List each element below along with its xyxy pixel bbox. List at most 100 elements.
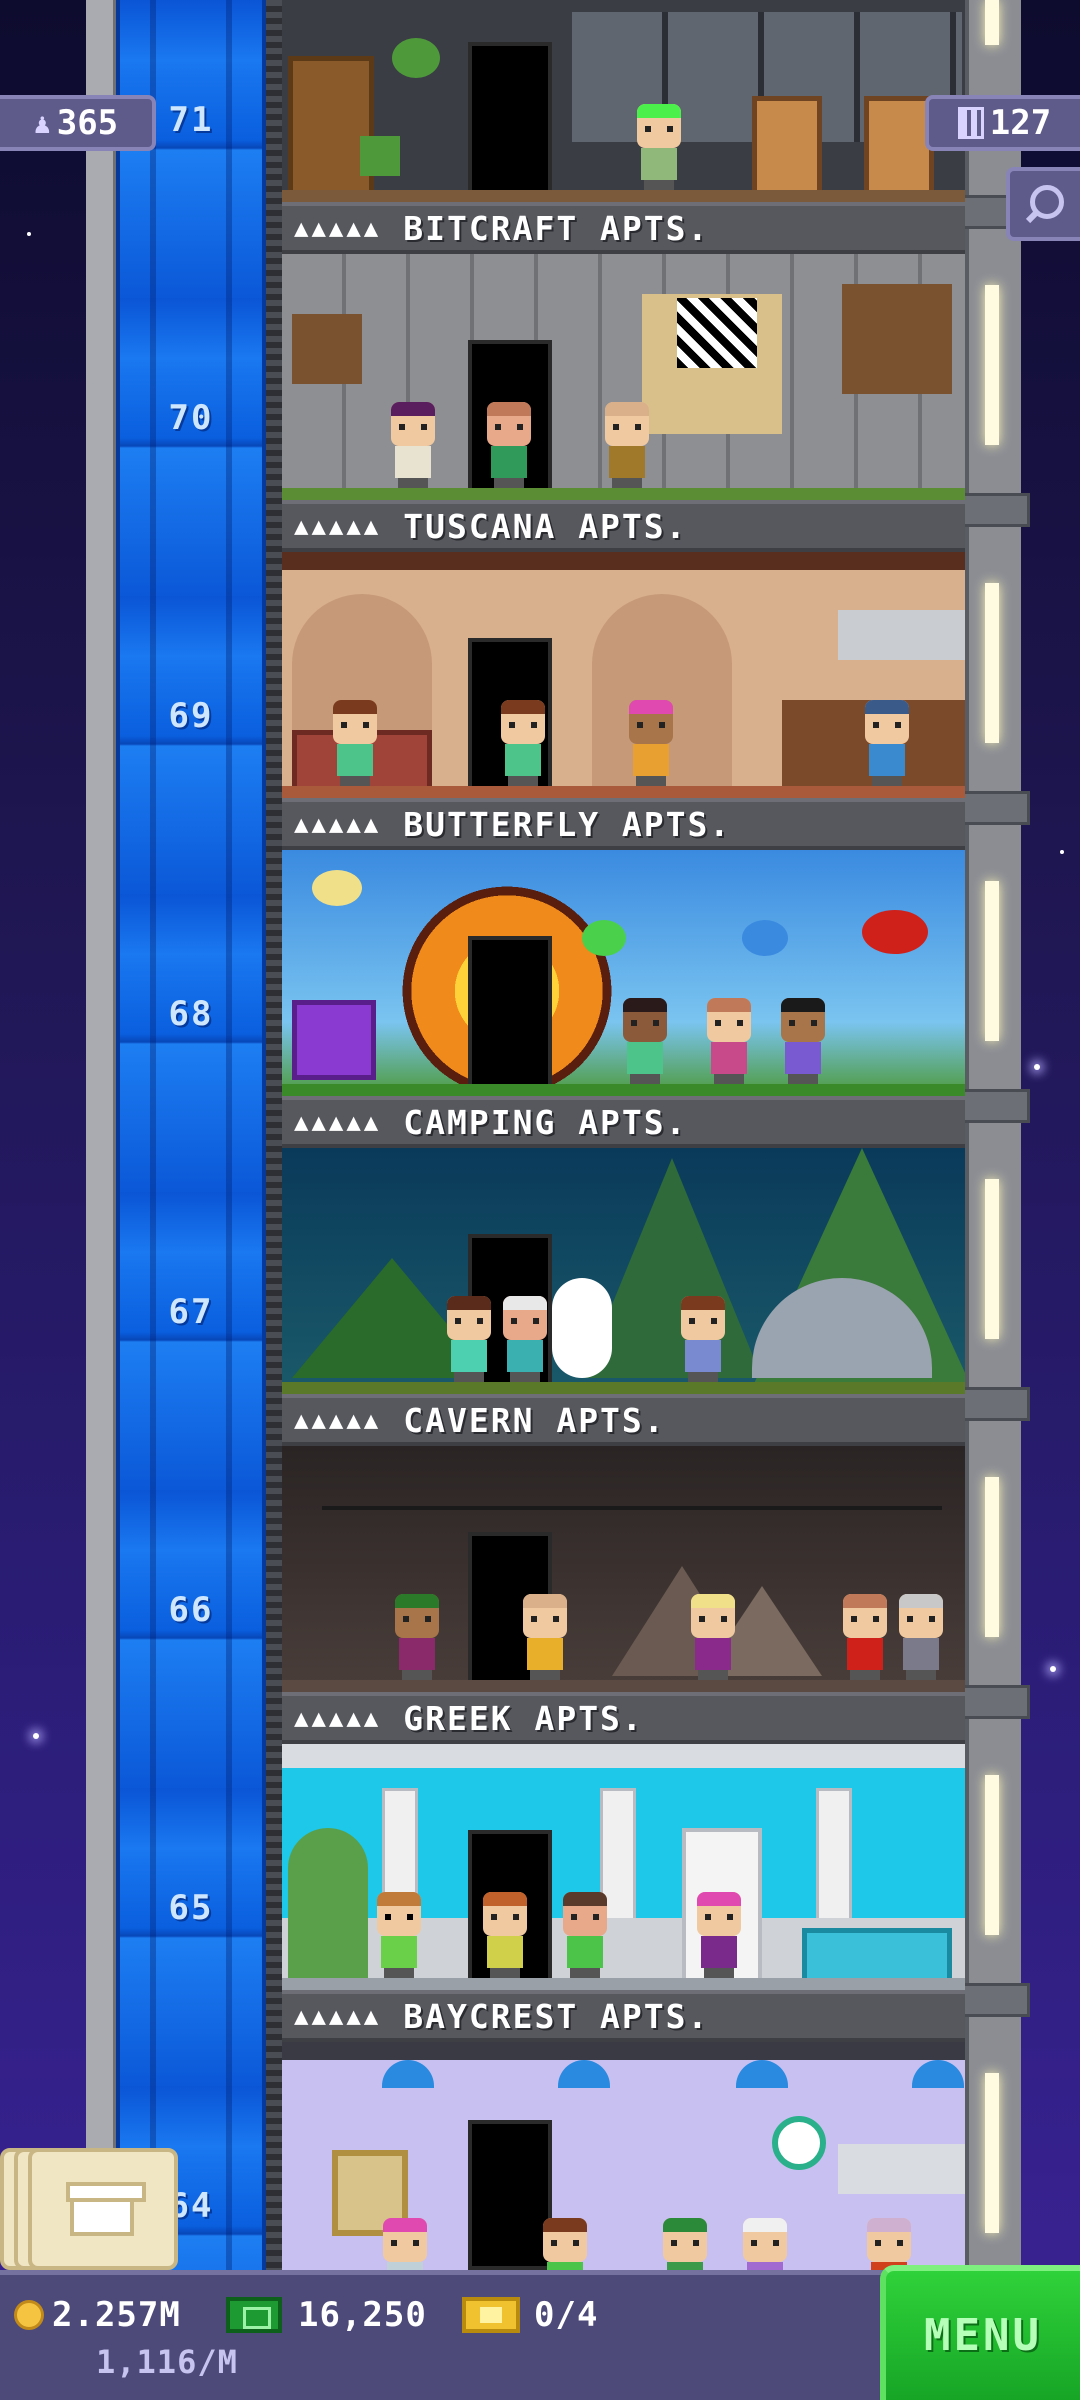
ceiling-lamp <box>912 2060 964 2088</box>
cabinet <box>838 610 965 660</box>
resident[interactable] <box>686 1594 740 1686</box>
resident[interactable] <box>496 700 550 792</box>
ceiling-lamp <box>558 2060 610 2088</box>
resident-slots-icon: ▲▲▲▲▲ <box>294 512 382 540</box>
floor-67-cavern[interactable]: ▲▲▲▲▲ CAVERN APTS. <box>282 1148 965 1446</box>
dirt-block <box>842 284 952 394</box>
floor-count-value: 127 <box>989 103 1052 143</box>
arcade-cabinet <box>752 96 822 196</box>
resident[interactable] <box>838 1594 892 1686</box>
resident[interactable] <box>632 104 686 196</box>
floor-name: GREEK APTS. <box>403 1698 644 1738</box>
resident[interactable] <box>386 402 440 494</box>
floor-66-greek[interactable]: ▲▲▲▲▲ GREEK APTS. <box>282 1446 965 1744</box>
resident[interactable] <box>390 1594 444 1686</box>
floor-name: BAYCREST APTS. <box>403 1996 710 2036</box>
floor-count[interactable]: 127 <box>925 95 1080 151</box>
star <box>1050 1666 1056 1672</box>
floor-71-bitcraft[interactable]: ▲▲▲▲▲ BITCRAFT APTS. <box>282 0 965 254</box>
wall-bracket <box>960 791 1030 825</box>
wall-light <box>985 2073 999 2233</box>
resident[interactable] <box>372 1892 426 1984</box>
magnifier-icon <box>1026 185 1064 223</box>
resident[interactable] <box>702 998 756 1090</box>
floor-ground <box>282 1680 965 1692</box>
tickets-value: 0/4 <box>534 2295 599 2335</box>
elevator-shaft[interactable] <box>116 0 266 2270</box>
floor-number-67: 67 <box>168 1292 214 1332</box>
star <box>1060 850 1064 854</box>
resident[interactable] <box>624 700 678 792</box>
resident[interactable] <box>378 2218 432 2270</box>
arcade-cabinet <box>864 96 934 196</box>
resident[interactable] <box>692 1892 746 1984</box>
resident[interactable] <box>776 998 830 1090</box>
resident[interactable] <box>478 1892 532 1984</box>
resident[interactable] <box>328 700 382 792</box>
floor-name: BUTTERFLY APTS. <box>403 804 732 844</box>
search-button[interactable] <box>1006 167 1080 241</box>
inventory-button[interactable] <box>0 2148 180 2270</box>
floor-name-bar: ▲▲▲▲▲ CAVERN APTS. <box>282 1394 965 1446</box>
resident[interactable] <box>538 2218 592 2270</box>
resident[interactable] <box>558 1892 612 1984</box>
floor-number-70: 70 <box>168 398 214 438</box>
resident[interactable] <box>894 1594 948 1686</box>
floor-number-65: 65 <box>168 1888 214 1928</box>
potted-plant <box>288 1828 368 1998</box>
floor-ground <box>282 1084 965 1096</box>
floor-name-bar: ▲▲▲▲▲ BITCRAFT APTS. <box>282 202 965 254</box>
floor-scene <box>282 0 965 202</box>
wall-bracket <box>960 1089 1030 1123</box>
apartment-door[interactable] <box>468 936 552 1096</box>
star <box>33 1733 39 1739</box>
floor-scene <box>282 1148 965 1394</box>
wall-light <box>985 0 999 45</box>
resident[interactable] <box>600 402 654 494</box>
floor-69-butterfly[interactable]: ▲▲▲▲▲ BUTTERFLY APTS. <box>282 552 965 850</box>
bux-value: 16,250 <box>298 2295 427 2335</box>
resident[interactable] <box>860 700 914 792</box>
resident-slots-icon: ▲▲▲▲▲ <box>294 214 382 242</box>
wall-bracket <box>960 1685 1030 1719</box>
floor-name-bar: ▲▲▲▲▲ GREEK APTS. <box>282 1692 965 1744</box>
floor-ground <box>282 190 965 202</box>
dirt-block <box>292 314 362 384</box>
floor-64[interactable] <box>282 2042 965 2270</box>
box-icon <box>66 2182 146 2236</box>
ceiling-lamp <box>382 2060 434 2088</box>
floor-scene <box>282 850 965 1096</box>
apartment-door[interactable] <box>468 42 552 202</box>
floor-scene <box>282 552 965 800</box>
wall-light <box>985 583 999 743</box>
resident-slots-icon: ▲▲▲▲▲ <box>294 1108 382 1136</box>
floor-scene <box>282 1446 965 1692</box>
butterfly <box>862 910 928 954</box>
floor-65-baycrest[interactable]: ▲▲▲▲▲ BAYCREST APTS. <box>282 1744 965 2042</box>
resident[interactable] <box>442 1296 496 1388</box>
wall-light <box>985 881 999 1041</box>
floor-name-bar: ▲▲▲▲▲ BAYCREST APTS. <box>282 1990 965 2042</box>
wall-light <box>985 1775 999 1935</box>
wall-light <box>985 1179 999 1339</box>
resident[interactable] <box>518 1594 572 1686</box>
resident[interactable] <box>482 402 536 494</box>
floor-70-tuscana[interactable]: ▲▲▲▲▲ TUSCANA APTS. <box>282 254 965 552</box>
resident[interactable] <box>676 1296 730 1388</box>
resident-slots-icon: ▲▲▲▲▲ <box>294 1704 382 1732</box>
resident-slots-icon: ▲▲▲▲▲ <box>294 2002 382 2030</box>
floor-number-66: 66 <box>168 1590 214 1630</box>
resident[interactable] <box>618 998 672 1090</box>
floor-68-camping[interactable]: ▲▲▲▲▲ CAMPING APTS. <box>282 850 965 1148</box>
resident[interactable] <box>862 2218 916 2270</box>
purple-chair <box>292 1000 376 1080</box>
resident[interactable] <box>658 2218 712 2270</box>
population-counter[interactable]: ♟ 365 <box>0 95 156 151</box>
resident[interactable] <box>498 1296 552 1388</box>
floor-number-71: 71 <box>168 100 214 140</box>
floor-name: CAMPING APTS. <box>403 1102 688 1142</box>
wall-bracket <box>960 1983 1030 2017</box>
menu-button[interactable]: MENU <box>880 2265 1080 2400</box>
resident[interactable] <box>738 2218 792 2270</box>
resident-slots-icon: ▲▲▲▲▲ <box>294 1406 382 1434</box>
